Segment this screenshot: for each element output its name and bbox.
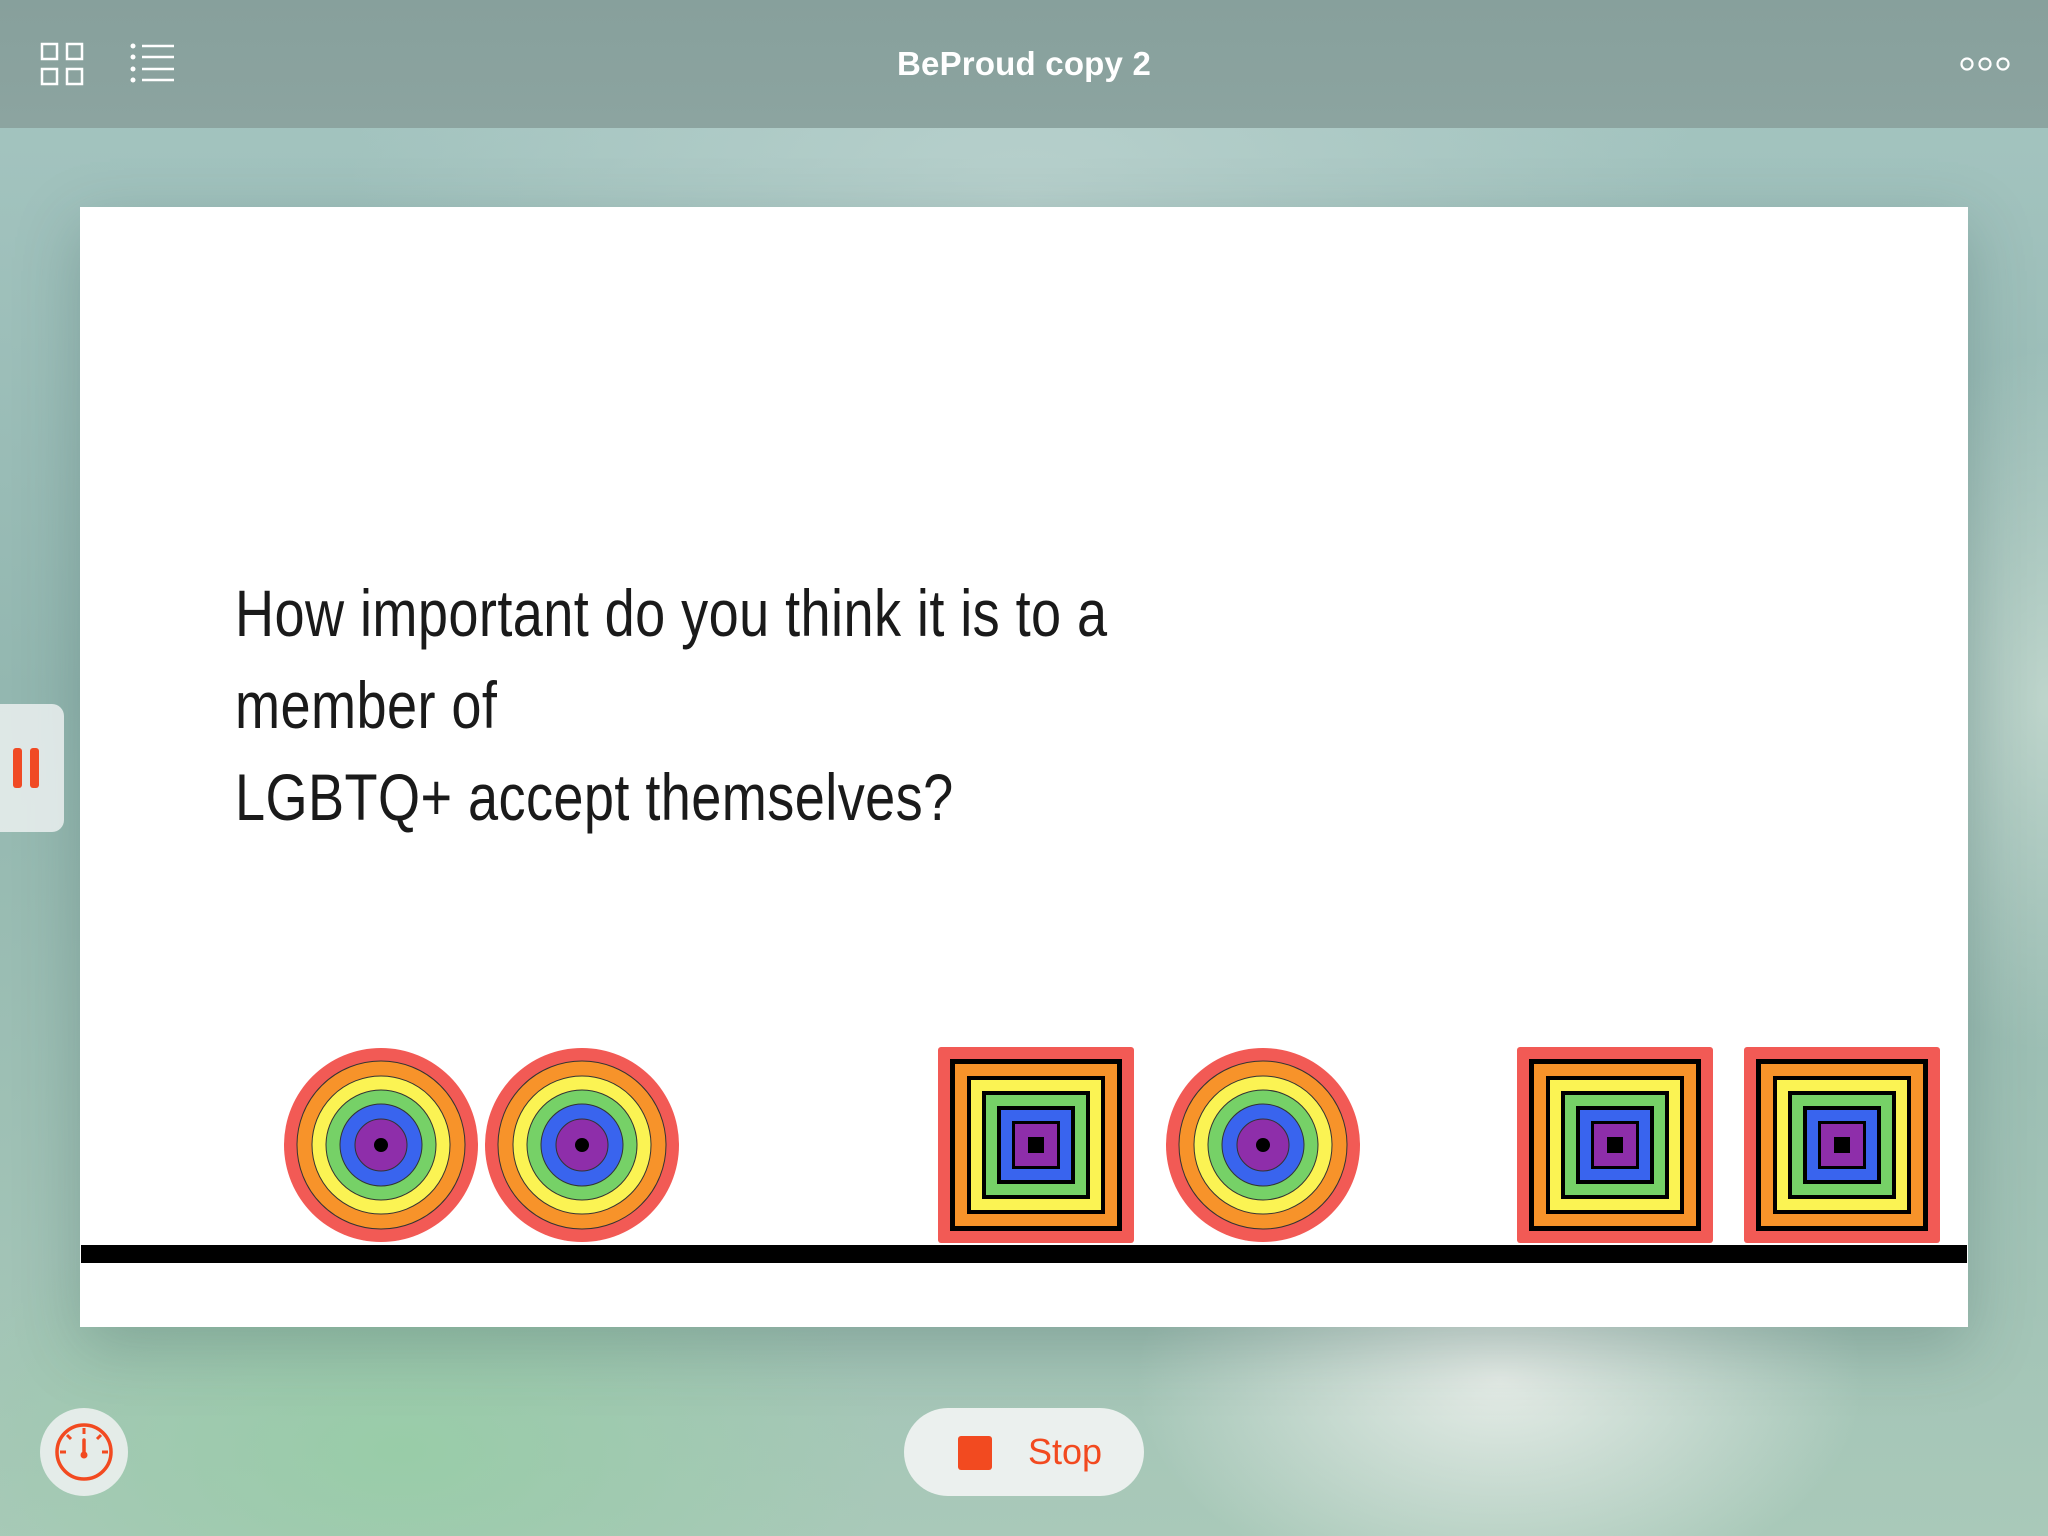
rainbow-circle-sprite[interactable]: [484, 1047, 680, 1243]
top-bar: BeProud copy 2: [0, 0, 2048, 128]
stage-canvas[interactable]: How important do you think it is to a me…: [80, 207, 1968, 1327]
stop-icon: [958, 1436, 992, 1470]
rainbow-square-sprite[interactable]: [1744, 1047, 1940, 1243]
stop-label: Stop: [1028, 1431, 1103, 1472]
gauge-icon: [55, 1423, 113, 1481]
stop-button[interactable]: Stop: [904, 1408, 1144, 1496]
question-line-1: How important do you think it is to a me…: [235, 576, 1108, 742]
rainbow-circle-sprite[interactable]: [283, 1047, 479, 1243]
project-title: BeProud copy 2: [896, 45, 1152, 82]
rainbow-square-sprite[interactable]: [938, 1047, 1134, 1243]
rainbow-square-sprite[interactable]: [1517, 1047, 1713, 1243]
question-text: How important do you think it is to a me…: [235, 567, 1301, 843]
speed-button[interactable]: [40, 1408, 128, 1496]
question-line-2: LGBTQ+ accept themselves?: [235, 760, 954, 834]
pause-icon: [13, 748, 22, 788]
more-icon[interactable]: [1960, 54, 2010, 74]
pause-button[interactable]: [0, 704, 64, 832]
pause-icon-bar: [30, 748, 39, 788]
rainbow-circle-sprite[interactable]: [1165, 1047, 1361, 1243]
ground-line: [81, 1245, 1967, 1263]
